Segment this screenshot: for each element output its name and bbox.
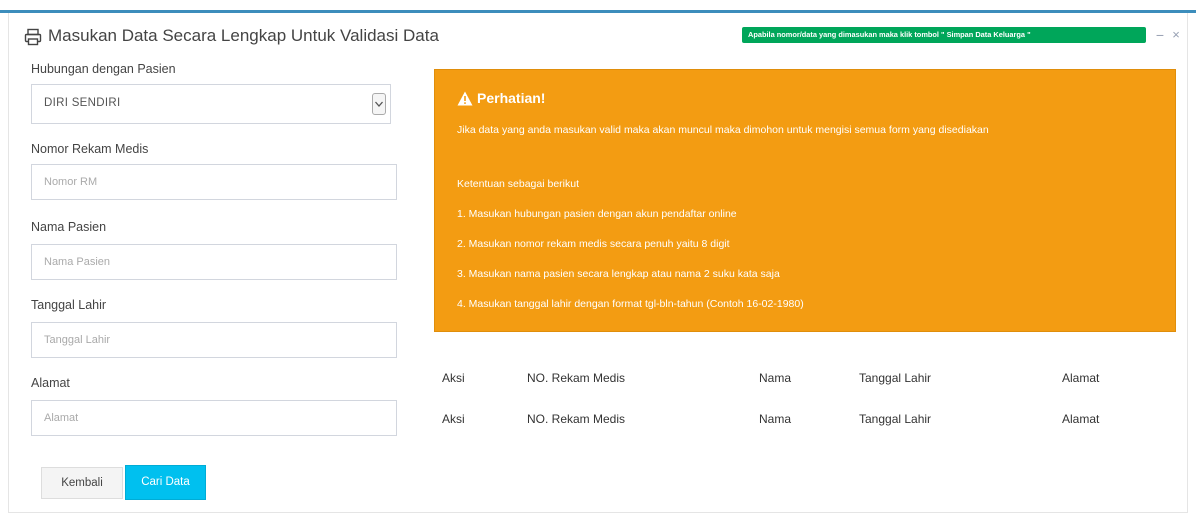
patient-name-input[interactable] (31, 244, 397, 280)
alert-rule-4: 4. Masukan tanggal lahir dengan format t… (457, 298, 804, 310)
table-footer-row: Aksi NO. Rekam Medis Nama Tanggal Lahir … (434, 412, 1176, 432)
minimize-button[interactable]: − (1153, 27, 1167, 43)
print-icon (24, 28, 42, 46)
table-header-cell: Tanggal Lahir (859, 371, 932, 385)
table-header-cell: NO. Rekam Medis (527, 371, 626, 385)
search-data-button[interactable]: Cari Data (125, 465, 206, 500)
save-note-badge: Apabila nomor/data yang dimasukan maka k… (742, 27, 1146, 43)
close-button[interactable]: × (1169, 27, 1183, 43)
table-footer-cell: Nama (759, 412, 792, 426)
alert-rule-2: 2. Masukan nomor rekam medis secara penu… (457, 238, 730, 250)
address-input[interactable] (31, 400, 397, 436)
alert-intro: Jika data yang anda masukan valid maka a… (457, 124, 989, 136)
table-footer-cell: NO. Rekam Medis (527, 412, 626, 426)
medical-record-input[interactable] (31, 164, 397, 200)
patient-name-label: Nama Pasien (31, 220, 107, 234)
relationship-label: Hubungan dengan Pasien (31, 62, 176, 76)
birth-date-input[interactable] (31, 322, 397, 358)
table-header-cell: Aksi (442, 371, 465, 385)
modal-title: Masukan Data Secara Lengkap Untuk Valida… (48, 26, 439, 45)
table-header-cell: Alamat (1062, 371, 1100, 385)
alert-subtitle: Ketentuan sebagai berikut (457, 178, 580, 190)
alert-rule-3: 3. Masukan nama pasien secara lengkap at… (457, 268, 780, 280)
warning-alert: Perhatian! Jika data yang anda masukan v… (434, 69, 1176, 332)
table-footer-cell: Aksi (442, 412, 465, 426)
alert-rule-1: 1. Masukan hubungan pasien dengan akun p… (457, 208, 737, 220)
address-label: Alamat (31, 376, 70, 390)
medical-record-label: Nomor Rekam Medis (31, 142, 149, 156)
relationship-selected-value: DIRI SENDIRI (44, 97, 121, 109)
validation-modal: Masukan Data Secara Lengkap Untuk Valida… (8, 13, 1188, 513)
warning-icon (457, 91, 473, 106)
modal-header: Masukan Data Secara Lengkap Untuk Valida… (9, 13, 1189, 59)
back-button[interactable]: Kembali (41, 467, 123, 499)
table-footer-cell: Alamat (1062, 412, 1100, 426)
dropdown-arrow-icon[interactable] (372, 93, 386, 115)
relationship-select[interactable]: DIRI SENDIRI (31, 84, 391, 124)
alert-title: Perhatian! (477, 90, 546, 106)
table-header-row: Aksi NO. Rekam Medis Nama Tanggal Lahir … (434, 371, 1176, 391)
table-header-cell: Nama (759, 371, 792, 385)
table-footer-cell: Tanggal Lahir (859, 412, 932, 426)
birth-date-label: Tanggal Lahir (31, 298, 107, 312)
